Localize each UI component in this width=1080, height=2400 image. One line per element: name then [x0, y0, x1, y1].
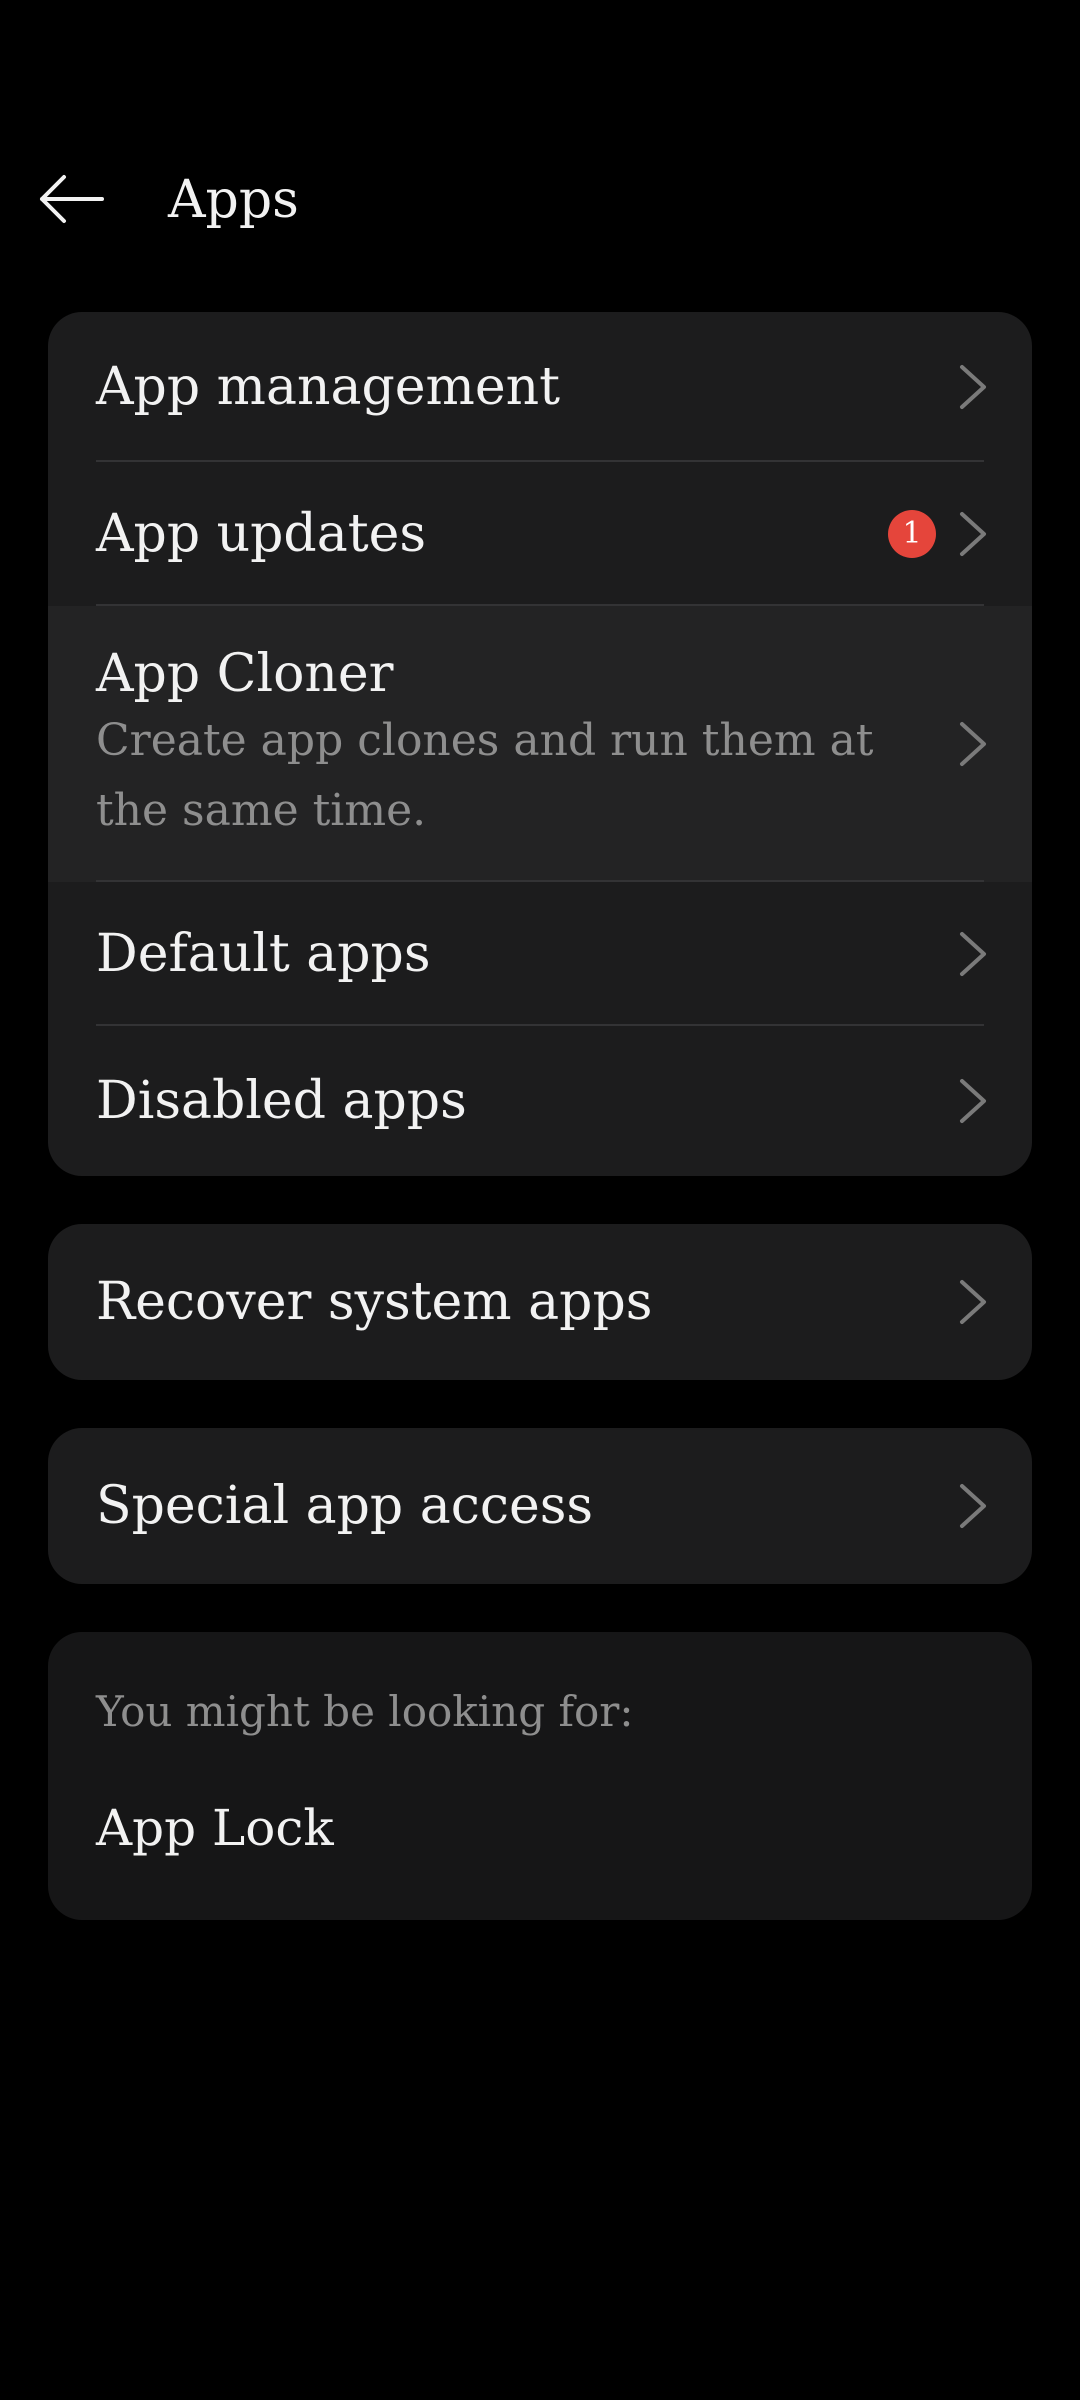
special-app-access-card: Special app access	[48, 1428, 1032, 1584]
app-lock-link[interactable]: App Lock	[96, 1796, 334, 1860]
default-apps-item[interactable]: Default apps	[48, 882, 1032, 1026]
chevron-right-icon	[960, 1484, 986, 1528]
update-count-badge: 1	[888, 510, 936, 558]
app-management-item[interactable]: App management	[48, 312, 1032, 462]
recover-system-apps-item[interactable]: Recover system apps	[48, 1224, 1032, 1380]
back-arrow-icon	[40, 175, 104, 223]
chevron-right-icon	[960, 1079, 986, 1123]
chevron-right-icon	[960, 932, 986, 976]
apps-settings-card: App management App updates 1 App Cloner …	[48, 312, 1032, 1176]
app-cloner-item[interactable]: App Cloner Create app clones and run the…	[48, 606, 1032, 882]
chevron-right-icon	[960, 722, 986, 766]
back-button[interactable]	[38, 164, 128, 234]
special-app-access-item[interactable]: Special app access	[48, 1428, 1032, 1584]
app-updates-label: App updates	[96, 504, 427, 564]
top-app-bar: Apps	[0, 150, 1080, 250]
app-management-label: App management	[96, 357, 560, 417]
app-updates-item[interactable]: App updates 1	[48, 462, 1032, 606]
special-app-access-label: Special app access	[96, 1476, 594, 1536]
default-apps-label: Default apps	[96, 924, 431, 984]
chevron-right-icon	[960, 512, 986, 556]
app-cloner-label: App Cloner	[96, 644, 394, 704]
chevron-right-icon	[960, 1280, 986, 1324]
suggestions-title: You might be looking for:	[96, 1687, 634, 1736]
chevron-right-icon	[960, 365, 986, 409]
disabled-apps-item[interactable]: Disabled apps	[48, 1026, 1032, 1176]
suggestions-card: You might be looking for: App Lock	[48, 1632, 1032, 1920]
recover-system-apps-card: Recover system apps	[48, 1224, 1032, 1380]
page-title: Apps	[168, 170, 299, 230]
app-cloner-description: Create app clones and run them at the sa…	[96, 715, 874, 836]
disabled-apps-label: Disabled apps	[96, 1071, 467, 1131]
recover-system-apps-label: Recover system apps	[96, 1272, 653, 1332]
